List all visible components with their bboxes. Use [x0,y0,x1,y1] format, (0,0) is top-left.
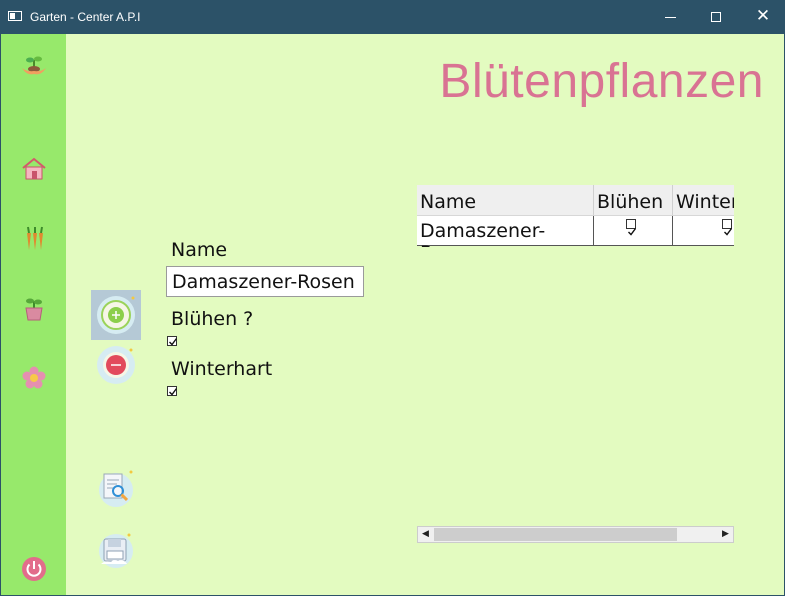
close-button[interactable]: ✕ [740,0,785,34]
hardy-checkbox[interactable] [167,386,178,396]
search-document-icon [99,470,133,507]
maximize-icon [711,12,721,22]
table-horizontal-scrollbar[interactable]: ◀ ▶ [417,526,734,543]
minimize-button[interactable] [648,0,694,34]
potted-plant-icon[interactable] [19,293,49,323]
checkmark-icon [724,228,733,236]
close-icon: ✕ [755,6,771,26]
scroll-left-icon[interactable]: ◀ [418,527,433,542]
table-hardy-checkbox[interactable] [722,219,733,236]
checkmark-icon [628,228,637,236]
save-button[interactable] [91,526,141,576]
bloom-label: Blühen ? [171,308,254,330]
column-header-bloom[interactable]: Blühen [594,185,673,216]
remove-icon [97,346,135,384]
app-window-icon [8,11,22,21]
sidebar [1,34,66,595]
window-title: Garten - Center A.P.I [30,10,141,24]
table-cell-hardy[interactable] [673,216,734,246]
table-cell-name[interactable]: Damaszener-Rosen [417,216,594,247]
maximize-button[interactable] [694,0,740,34]
scrollbar-thumb[interactable] [434,528,677,541]
title-bar[interactable]: Garten - Center A.P.I ✕ [0,0,785,34]
plants-table[interactable]: Name Blühen Winter Damaszener-Rosen [417,185,734,247]
table-cell-bloom[interactable] [594,216,673,246]
add-icon [97,296,135,334]
column-header-hardy[interactable]: Winter [673,185,734,216]
flower-icon[interactable] [19,363,49,393]
vegetables-icon[interactable] [19,223,49,253]
minimize-icon [665,17,676,18]
checkmark-icon [169,388,178,396]
save-icon [99,533,133,568]
name-input[interactable] [166,266,364,297]
add-button[interactable] [91,290,141,340]
app-window: Garten - Center A.P.I ✕ Blütenpflanzen N… [0,0,785,596]
remove-button[interactable] [91,340,141,390]
page-title: Blütenpflanzen [439,55,764,108]
logo-plant-hands-icon[interactable] [19,52,49,82]
column-header-name[interactable]: Name [417,185,594,216]
hardy-label: Winterhart [171,358,273,380]
search-document-button[interactable] [91,464,141,514]
bloom-checkbox[interactable] [167,336,178,346]
power-icon[interactable] [19,554,49,584]
name-label: Name [171,239,228,261]
table-bloom-checkbox[interactable] [626,219,637,236]
main-content: Blütenpflanzen Name Blühen ? Winterhart [1,34,784,595]
checkmark-icon [169,338,178,346]
home-icon[interactable] [19,154,49,184]
scroll-right-icon[interactable]: ▶ [718,527,733,542]
